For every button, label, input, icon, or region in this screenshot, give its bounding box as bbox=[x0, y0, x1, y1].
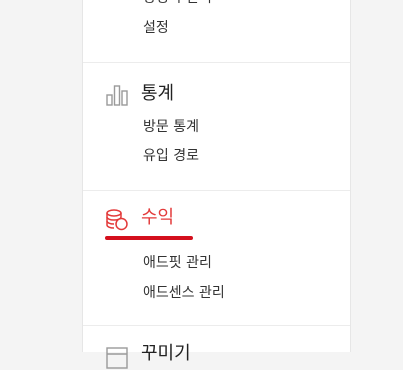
sidebar-item-referrer[interactable]: 유입 경로 bbox=[143, 146, 199, 166]
section-divider bbox=[83, 62, 350, 63]
sidebar-item-adfit-manage[interactable]: 애드핏 관리 bbox=[143, 253, 212, 273]
layout-icon bbox=[106, 347, 128, 369]
coins-icon bbox=[106, 209, 128, 231]
bar-chart-icon bbox=[106, 85, 128, 106]
active-underline bbox=[105, 236, 193, 240]
section-divider bbox=[83, 325, 350, 326]
section-divider bbox=[83, 190, 350, 191]
sidebar-heading-revenue[interactable]: 수익 bbox=[141, 206, 174, 230]
sidebar-item-visit-stats[interactable]: 방문 통계 bbox=[143, 117, 199, 137]
sidebar-heading-stats[interactable]: 통계 bbox=[141, 82, 174, 106]
sidebar-item-guestbook-manage[interactable]: 방명록 관리 bbox=[143, 0, 212, 8]
sidebar-item-adsense-manage[interactable]: 애드센스 관리 bbox=[143, 283, 225, 303]
sidebar-heading-customize[interactable]: 꾸미기 bbox=[141, 342, 191, 366]
sidebar-menu: 방명록 관리 설정 통계 방문 통계 유입 경로 수익 애드핏 관리 애드센스 … bbox=[82, 0, 351, 369]
sidebar-item-settings[interactable]: 설정 bbox=[143, 18, 169, 38]
